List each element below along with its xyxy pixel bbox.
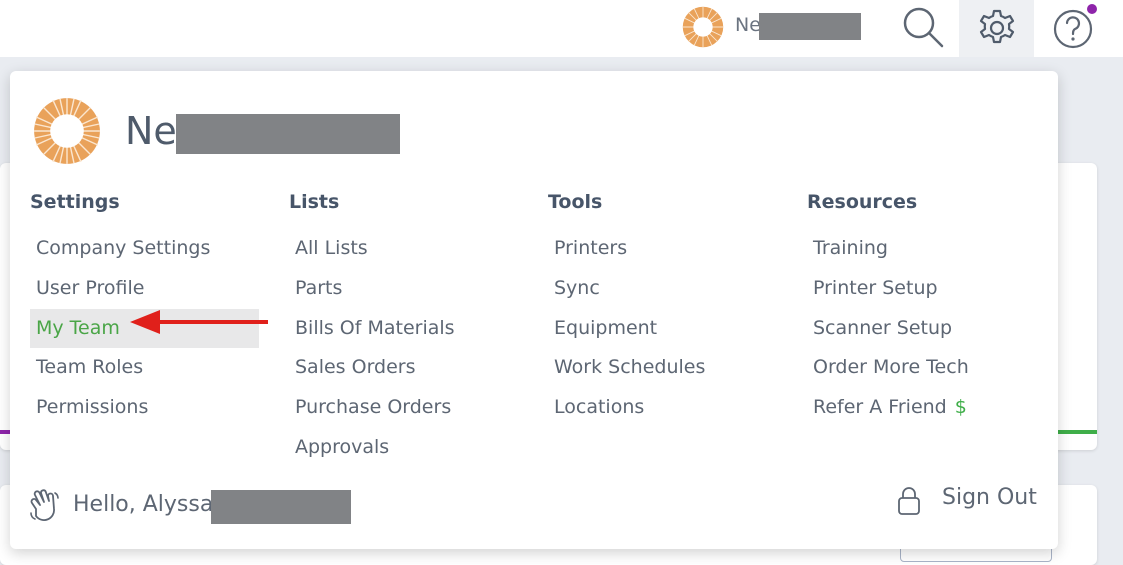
settings-button[interactable]: [959, 0, 1034, 57]
menu-item-refer-a-friend[interactable]: Refer A Friend $: [807, 388, 1047, 428]
gear-icon: [979, 9, 1015, 44]
company-logo-icon[interactable]: [681, 5, 725, 49]
red-arrow-annotation: [130, 310, 268, 334]
column-heading: Settings: [30, 191, 120, 213]
menu-item-label: Refer A Friend: [813, 396, 947, 419]
column-heading: Lists: [289, 191, 340, 213]
search-icon[interactable]: [898, 2, 948, 52]
settings-dropdown-menu: Ne Settings Company Settings User Profil…: [10, 71, 1058, 549]
greeting-text: Hello, Alyssa: [73, 492, 214, 517]
background-accent-bar: [1055, 430, 1097, 434]
menu-item-user-profile[interactable]: User Profile: [30, 269, 270, 309]
menu-item-parts[interactable]: Parts: [289, 269, 529, 309]
menu-item-order-more-tech[interactable]: Order More Tech: [807, 348, 1047, 388]
account-name: Ne: [125, 109, 177, 153]
user-name[interactable]: Ne: [735, 14, 761, 36]
menu-item-purchase-orders[interactable]: Purchase Orders: [289, 388, 529, 428]
menu-item-work-schedules[interactable]: Work Schedules: [548, 348, 788, 388]
menu-item-locations[interactable]: Locations: [548, 388, 788, 428]
column-heading: Resources: [807, 191, 918, 213]
menu-item-sync[interactable]: Sync: [548, 269, 788, 309]
menu-column-tools: Tools Printers Sync Equipment Work Sched…: [548, 189, 788, 428]
waving-hand-icon: [30, 489, 59, 521]
menu-item-team-roles[interactable]: Team Roles: [30, 348, 270, 388]
menu-column-lists: Lists All Lists Parts Bills Of Materials…: [289, 189, 529, 468]
menu-item-printer-setup[interactable]: Printer Setup: [807, 269, 1047, 309]
sign-out-button[interactable]: Sign Out: [897, 481, 1047, 521]
menu-column-resources: Resources Training Printer Setup Scanner…: [807, 189, 1047, 428]
redacted-name: [176, 114, 400, 154]
company-logo-icon: [34, 98, 100, 164]
redacted-name: [211, 490, 351, 524]
notification-dot: [1087, 4, 1097, 14]
menu-item-all-lists[interactable]: All Lists: [289, 229, 529, 269]
sign-out-label: Sign Out: [942, 485, 1037, 510]
menu-item-company-settings[interactable]: Company Settings: [30, 229, 270, 269]
menu-item-approvals[interactable]: Approvals: [289, 428, 529, 468]
lock-icon: [898, 487, 920, 515]
menu-item-printers[interactable]: Printers: [548, 229, 788, 269]
menu-item-scanner-setup[interactable]: Scanner Setup: [807, 309, 1047, 349]
menu-item-equipment[interactable]: Equipment: [548, 309, 788, 349]
dollar-icon: $: [954, 396, 967, 419]
menu-item-training[interactable]: Training: [807, 229, 1047, 269]
menu-item-sales-orders[interactable]: Sales Orders: [289, 348, 529, 388]
menu-item-bills-of-materials[interactable]: Bills Of Materials: [289, 309, 529, 349]
redacted-name: [759, 13, 861, 40]
menu-item-permissions[interactable]: Permissions: [30, 388, 270, 428]
column-heading: Tools: [548, 191, 603, 213]
top-bar: Ne: [0, 0, 1123, 57]
